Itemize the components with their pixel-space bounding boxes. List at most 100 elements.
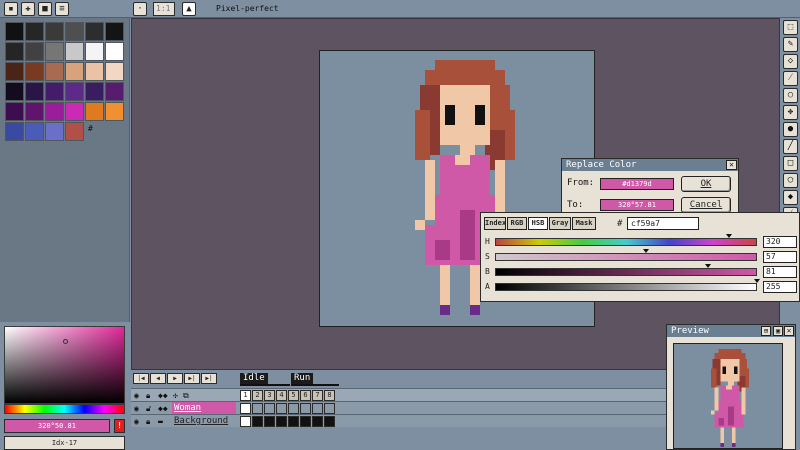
cel[interactable] [276,416,287,427]
cel[interactable] [300,416,311,427]
channel-slider-a[interactable] [495,279,760,291]
zoom-icon[interactable]: ○ [783,88,798,103]
frame-number[interactable]: 3 [264,390,275,401]
picker-cursor[interactable] [63,339,68,344]
palette-swatch[interactable] [105,102,124,121]
palette-swatch[interactable] [85,22,104,41]
tab-gray[interactable]: Gray [549,217,571,230]
slider-knob[interactable] [704,264,711,268]
foreground-color-button[interactable]: 320°50.81 [4,419,110,433]
palette-swatch[interactable] [5,82,24,101]
cel[interactable] [240,416,251,427]
tag-idle[interactable]: Idle [240,373,268,384]
move-tool-icon[interactable]: ✥ [783,105,798,120]
saturation-brightness-picker[interactable] [4,326,125,404]
layer-row-woman[interactable]: ◉ 🔓︎ ◆◆ Woman [131,401,666,414]
frame-number[interactable]: 6 [300,390,311,401]
channel-value-s[interactable]: 57 [763,251,797,263]
next-frame-icon[interactable]: ▶| [184,373,200,384]
palette-swatch[interactable] [105,42,124,61]
last-frame-icon[interactable]: ▶| [201,373,217,384]
frame-number[interactable]: 8 [324,390,335,401]
to-color-button[interactable]: 320°57.81 [600,199,674,211]
palette-swatch[interactable] [65,22,84,41]
cancel-button[interactable]: Cancel [681,197,731,213]
palette-swatch[interactable] [65,42,84,61]
list-icon[interactable]: ≡ [55,2,69,16]
palette-swatch[interactable] [65,102,84,121]
tag-run[interactable]: Run [291,373,314,384]
layers-icon[interactable]: ✣ [173,390,178,401]
first-frame-icon[interactable]: |◀ [133,373,149,384]
palette-swatch[interactable] [25,62,44,81]
channel-slider-s[interactable] [495,249,757,261]
cel[interactable] [264,416,275,427]
palette-swatch[interactable] [45,102,64,121]
palette-swatch[interactable] [105,62,124,81]
palette-swatch[interactable] [45,42,64,61]
hue-slider[interactable] [4,404,125,414]
palette-swatch[interactable] [85,102,104,121]
zoom-icon[interactable]: · [133,2,147,16]
tab-hsb[interactable]: HSB [528,217,548,230]
preview-mode-icon[interactable]: ▣ [773,326,783,336]
palette-swatch[interactable] [65,62,84,81]
cel[interactable] [288,416,299,427]
frame-number[interactable]: 7 [312,390,323,401]
slider-knob[interactable] [643,249,650,253]
new-layer-icon[interactable]: ⧉ [183,390,189,401]
cel[interactable] [276,403,287,414]
contour-icon[interactable]: ◆ [783,190,798,205]
lock-icon[interactable]: 🔒︎ [146,416,150,427]
palette-swatch[interactable] [25,42,44,61]
palette-swatch[interactable] [5,42,24,61]
link-icon[interactable]: ◆◆ [158,390,168,401]
ok-button[interactable]: OK [681,176,731,192]
cel[interactable] [324,416,335,427]
palette-swatch[interactable] [45,22,64,41]
cel[interactable] [240,403,251,414]
eraser-icon[interactable]: ◇ [783,54,798,69]
preview-center-icon[interactable]: ⊞ [761,326,771,336]
previous-frame-icon[interactable]: ◀ [150,373,166,384]
frame-number[interactable]: 2 [252,390,263,401]
marquee-icon[interactable]: ⬚ [783,20,798,35]
move-icon[interactable]: ✚ [21,2,35,16]
pixel-perfect-label[interactable]: Pixel-perfect [216,4,279,13]
cel[interactable] [312,416,323,427]
lock-icon[interactable]: 🔒︎ [146,390,150,401]
palette-swatch[interactable] [5,22,24,41]
eye-icon[interactable]: ◉ [134,416,139,427]
close-icon[interactable]: ✕ [726,160,737,170]
warning-icon[interactable]: ! [114,419,125,433]
ellipse-icon[interactable]: ◯ [783,173,798,188]
palette-swatch[interactable] [65,82,84,101]
eye-icon[interactable]: ◉ [134,390,139,401]
close-icon[interactable]: ✕ [784,326,794,336]
palette-swatch[interactable] [5,102,24,121]
palette-swatch[interactable] [5,122,24,141]
palette-swatch[interactable] [25,22,44,41]
cel[interactable] [252,403,263,414]
palette-swatch[interactable] [105,22,124,41]
palette-swatch[interactable] [85,82,104,101]
channel-slider-h[interactable] [495,234,757,246]
cel[interactable] [288,403,299,414]
layer-name-background[interactable]: Background [172,415,236,427]
channel-value-b[interactable]: 81 [763,266,797,278]
palette-swatch[interactable] [65,122,84,141]
slider-knob[interactable] [725,234,732,238]
slider-knob[interactable] [754,279,760,283]
continuous-icon[interactable]: ▬ [158,416,163,427]
pencil-icon[interactable]: ✎ [783,37,798,52]
play-icon[interactable]: ▶ [167,373,183,384]
frame-number[interactable]: 1 [240,390,251,401]
line-icon[interactable]: ╱ [783,139,798,154]
frame-icon[interactable]: ■ [38,2,52,16]
cel[interactable] [312,403,323,414]
cel[interactable] [252,416,263,427]
tab-mask[interactable]: Mask [572,217,596,230]
hex-input[interactable]: cf59a7 [627,217,699,230]
paint-bucket-icon[interactable]: ● [783,122,798,137]
cel[interactable] [324,403,335,414]
